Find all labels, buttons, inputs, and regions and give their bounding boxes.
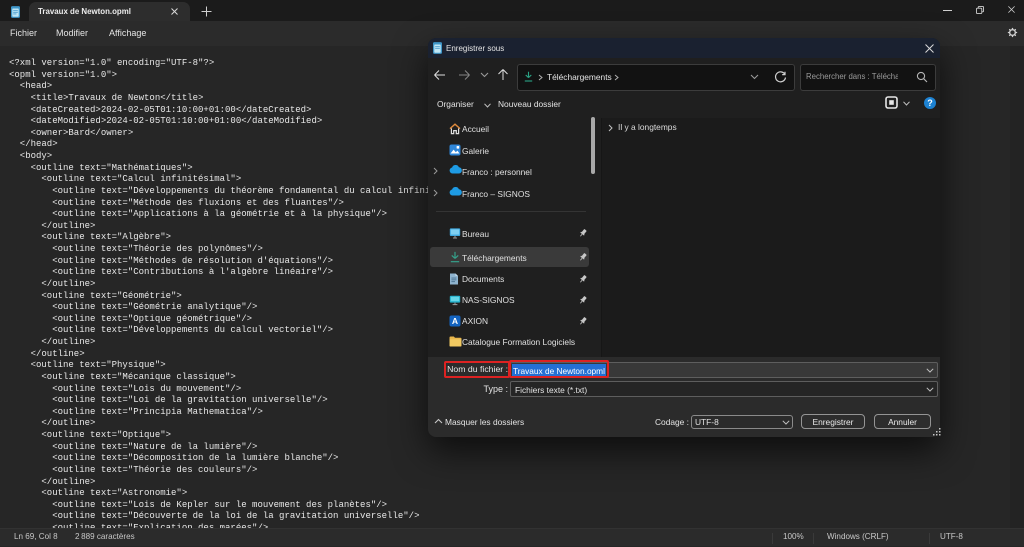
svg-text:?: ? (927, 98, 933, 108)
svg-text:A: A (452, 316, 458, 326)
